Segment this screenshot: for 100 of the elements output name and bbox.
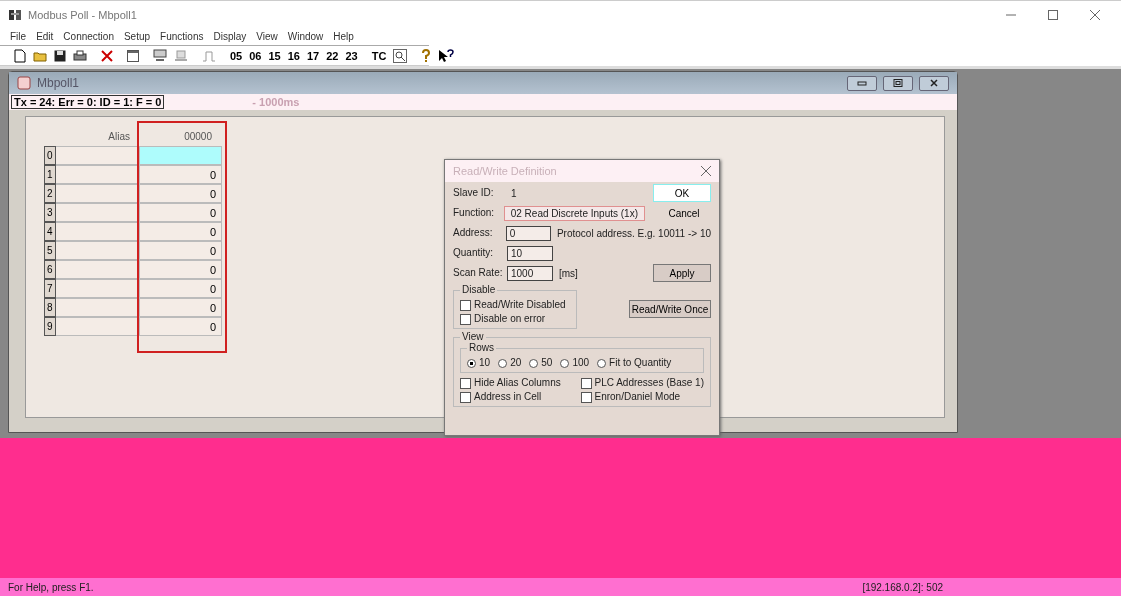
read-write-once-button[interactable]: Read/Write Once [629, 300, 711, 318]
field-label: Function: [453, 206, 496, 220]
magnifier-icon [393, 48, 408, 63]
field-label: Quantity: [453, 246, 495, 260]
value-cell[interactable]: 0 [140, 279, 222, 298]
apply-button[interactable]: Apply [653, 264, 711, 282]
row-number: 7 [44, 279, 56, 298]
alias-cell[interactable] [56, 317, 140, 336]
row-number: 0 [44, 146, 56, 165]
status-text: Tx = 24: Err = 0: ID = 1: F = 0 [11, 95, 165, 109]
column-header: 00000 [183, 130, 213, 144]
close-icon [1090, 9, 1100, 20]
value-cell[interactable]: 0 [140, 298, 222, 317]
alias-cell[interactable] [56, 184, 140, 203]
window-title: Modbus Poll - Mbpoll1 [28, 8, 137, 21]
slave-id-value[interactable]: 1 [507, 187, 521, 199]
help-pointer-button[interactable] [436, 47, 457, 64]
value-cell[interactable]: 0 [140, 165, 222, 184]
checkbox[interactable]: Hide Alias Columns [460, 377, 579, 389]
connect-button[interactable] [151, 47, 169, 64]
function-code-button[interactable]: 17 [305, 49, 322, 62]
value-cell[interactable]: 0 [140, 317, 222, 336]
tc-button[interactable]: TC [369, 49, 389, 62]
delete-button[interactable] [99, 47, 115, 64]
group-label: Disable [460, 284, 498, 295]
radio-button[interactable]: 10 [467, 357, 491, 369]
menu-item[interactable]: View [256, 31, 278, 42]
function-code-button[interactable]: 05 [228, 49, 245, 62]
connection-text: [192.168.0.2]: 502 [862, 581, 943, 593]
dialog-title: Read/Write Definition [453, 165, 557, 177]
alias-cell[interactable] [56, 203, 140, 222]
checkbox[interactable]: Enron/Daniel Mode [580, 391, 704, 403]
function-code-button[interactable]: 22 [324, 49, 341, 62]
value-cell[interactable]: 0 [140, 241, 222, 260]
alias-cell[interactable] [56, 279, 140, 298]
row-number: 9 [44, 317, 56, 336]
checkbox[interactable]: PLC Addresses (Base 1) [580, 377, 704, 389]
monitor-button[interactable] [391, 47, 410, 64]
checkbox[interactable]: Address in Cell [460, 391, 579, 403]
question-icon [421, 48, 432, 63]
menu-item[interactable]: Setup [123, 31, 151, 42]
menu-item[interactable]: Window [287, 31, 324, 42]
menu-item[interactable]: Help [333, 31, 354, 42]
field-label: Address: [453, 226, 494, 240]
cancel-button[interactable]: Cancel [657, 204, 711, 222]
alias-cell[interactable] [56, 165, 140, 184]
minimize-icon [857, 79, 867, 87]
radio-button[interactable]: 100 [560, 357, 590, 369]
new-file-button[interactable] [12, 47, 28, 64]
radio-button[interactable]: Fit to Quantity [597, 357, 672, 369]
function-code-button[interactable]: 06 [247, 49, 264, 62]
restore-button[interactable] [883, 75, 913, 91]
unit-label: [ms] [559, 267, 578, 279]
alias-cell[interactable] [56, 241, 140, 260]
document-icon [17, 76, 31, 90]
address-field[interactable]: 0 [505, 225, 551, 241]
menu-item[interactable]: Display [213, 31, 247, 42]
window-button[interactable] [125, 47, 141, 64]
help-text: For Help, press F1. [8, 581, 94, 593]
help-pointer-icon [438, 48, 455, 63]
value-cell[interactable]: 0 [140, 203, 222, 222]
value-cell[interactable]: 0 [140, 260, 222, 279]
quantity-field[interactable]: 10 [507, 245, 553, 261]
menu-item[interactable]: Functions [160, 31, 204, 42]
column-header: Alias [107, 130, 131, 144]
close-button[interactable] [919, 75, 949, 91]
folder-icon [33, 49, 47, 62]
app-icon [8, 7, 22, 22]
menu-item[interactable]: Edit [36, 31, 54, 42]
menu-item[interactable]: Connection [63, 31, 114, 42]
group-label: Rows [467, 342, 496, 353]
row-number: 2 [44, 184, 56, 203]
alias-cell[interactable] [56, 222, 140, 241]
menu-item[interactable]: File [10, 31, 27, 42]
row-number: 6 [44, 260, 56, 279]
function-dropdown[interactable]: 02 Read Discrete Inputs (1x) [503, 205, 645, 221]
field-label: Scan Rate: [453, 266, 501, 280]
computer-icon [174, 49, 188, 62]
function-code-button[interactable]: 16 [285, 49, 302, 62]
row-number: 1 [44, 165, 56, 184]
function-code-button[interactable]: 15 [266, 49, 283, 62]
alias-cell[interactable] [56, 260, 140, 279]
radio-button[interactable]: 50 [529, 357, 553, 369]
alias-cell[interactable] [56, 298, 140, 317]
address-hint: Protocol address. E.g. 10011 -> 10 [556, 227, 711, 239]
minimize-button[interactable] [847, 75, 877, 91]
value-cell[interactable]: 0 [140, 222, 222, 241]
close-icon[interactable] [701, 166, 711, 176]
checkbox[interactable]: Read/Write Disabled [460, 299, 570, 311]
print-button[interactable] [71, 47, 89, 64]
alias-cell[interactable] [56, 146, 140, 165]
radio-button[interactable]: 20 [498, 357, 522, 369]
scan-rate-field[interactable]: 1000 [507, 265, 553, 281]
row-number: 3 [44, 203, 56, 222]
window-icon [127, 49, 139, 62]
function-code-button[interactable]: 23 [343, 49, 360, 62]
value-cell[interactable] [140, 146, 222, 165]
checkbox[interactable]: Disable on error [460, 313, 570, 325]
ok-button[interactable]: OK [653, 184, 711, 202]
value-cell[interactable]: 0 [140, 184, 222, 203]
